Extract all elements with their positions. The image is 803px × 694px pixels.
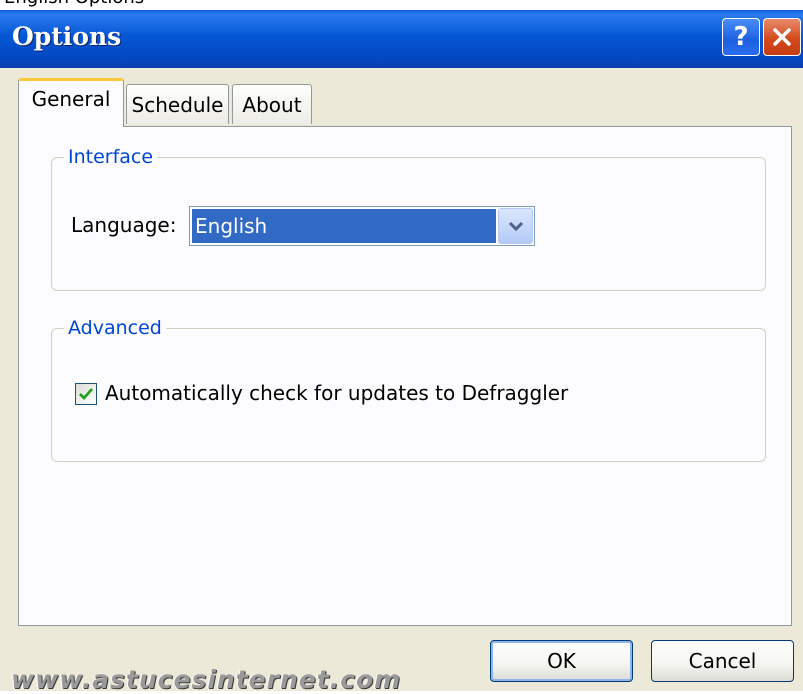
language-select[interactable]: English xyxy=(189,206,535,246)
chevron-down-icon xyxy=(508,221,523,232)
advanced-group-label: Advanced xyxy=(64,317,166,339)
help-button[interactable]: ? xyxy=(722,18,760,56)
ok-button[interactable]: OK xyxy=(490,640,633,682)
checkmark-icon xyxy=(79,388,94,401)
title-bar[interactable]: Options ? xyxy=(0,10,803,68)
auto-update-checkbox[interactable] xyxy=(75,383,97,405)
window-title: Options xyxy=(12,22,122,51)
auto-update-label[interactable]: Automatically check for updates to Defra… xyxy=(105,381,568,405)
watermark-text: www.astucesinternet.com xyxy=(11,665,402,694)
cropped-header-text: English Options xyxy=(0,0,190,8)
close-icon xyxy=(773,28,791,46)
tab-about[interactable]: About xyxy=(232,84,312,124)
general-tab-panel: Interface Language: English Advanced Aut… xyxy=(18,126,792,626)
tab-general[interactable]: General xyxy=(18,78,124,127)
close-button[interactable] xyxy=(763,18,801,56)
options-dialog: Options ? General Schedule About Interfa… xyxy=(0,10,803,694)
help-icon: ? xyxy=(733,22,749,52)
language-selected-value: English xyxy=(192,209,496,243)
cancel-button[interactable]: Cancel xyxy=(651,640,794,682)
interface-group-label: Interface xyxy=(64,146,158,168)
language-dropdown-button[interactable] xyxy=(498,208,533,244)
interface-group: Interface Language: English xyxy=(51,146,766,291)
tab-schedule[interactable]: Schedule xyxy=(126,84,229,124)
language-label: Language: xyxy=(71,213,177,237)
advanced-group: Advanced Automatically check for updates… xyxy=(51,317,766,462)
